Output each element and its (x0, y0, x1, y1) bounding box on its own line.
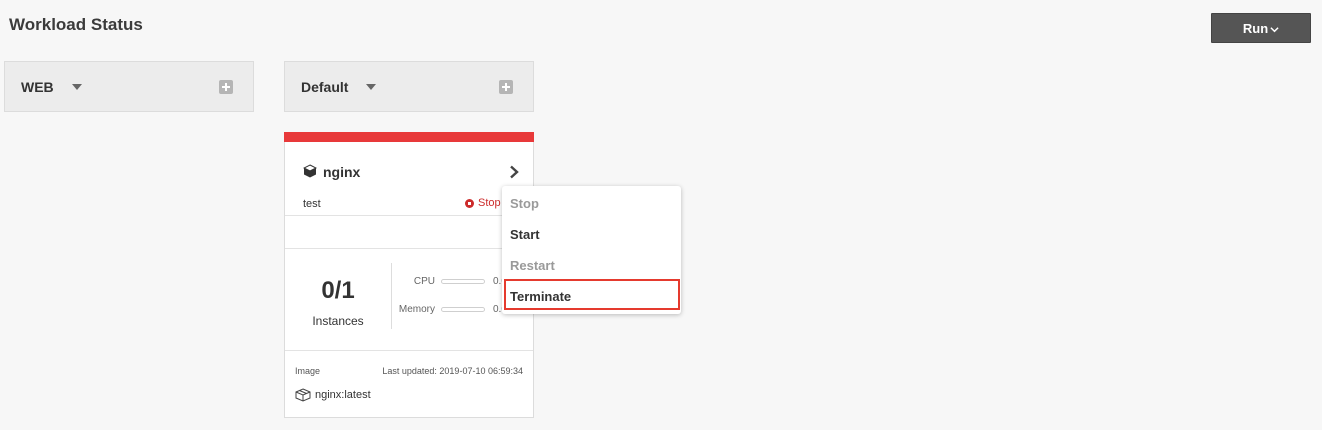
service-description: test (303, 198, 321, 210)
cpu-bar (441, 279, 485, 284)
instances-count: 0/1 (321, 277, 355, 304)
status-badge[interactable]: Stop (465, 197, 501, 209)
card-stats: 0/1 Instances CPU 0.0 Memory 0.0 (285, 249, 533, 351)
stack-web[interactable]: WEB (4, 61, 254, 112)
terminate-highlight (504, 279, 680, 310)
stats-divider (391, 263, 392, 329)
status-text: Stop (478, 197, 501, 209)
card-footer: Image Last updated: 2019-07-10 06:59:34 … (285, 351, 533, 417)
caret-down-icon[interactable] (366, 84, 377, 90)
service-card[interactable]: nginx test Stop 0/1 Instances CPU 0.0 Me… (284, 132, 534, 418)
caret-down-icon[interactable] (71, 84, 82, 90)
menu-item-start[interactable]: Start (510, 227, 540, 242)
package-icon (295, 388, 311, 402)
context-menu: Stop Start Restart Terminate (502, 186, 681, 314)
run-button-label: Run (1242, 20, 1269, 36)
cube-icon (303, 164, 317, 178)
chevron-right-icon[interactable] (509, 165, 519, 179)
memory-label: Memory (398, 304, 435, 315)
status-bar (284, 132, 534, 142)
page-title: Workload Status (9, 15, 143, 34)
chevron-down-icon (1270, 26, 1279, 32)
stop-status-icon (465, 198, 474, 208)
menu-item-stop[interactable]: Stop (510, 196, 539, 211)
stack-default[interactable]: Default (284, 61, 534, 112)
add-service-icon[interactable] (499, 80, 513, 94)
stack-name: WEB (21, 78, 54, 95)
add-service-icon[interactable] (219, 80, 233, 94)
card-header: nginx test Stop (285, 142, 533, 216)
image-row: nginx:latest (295, 388, 371, 402)
stack-name: Default (301, 78, 349, 95)
instances-label: Instances (312, 314, 364, 328)
image-name: nginx:latest (315, 389, 371, 401)
card-spacer-row (285, 216, 533, 249)
run-button[interactable]: Run (1211, 13, 1311, 43)
menu-item-restart[interactable]: Restart (510, 258, 555, 273)
cpu-label: CPU (413, 276, 435, 287)
service-name[interactable]: nginx (323, 164, 360, 180)
image-label: Image (295, 366, 321, 376)
last-updated: Last updated: 2019-07-10 06:59:34 (382, 366, 523, 376)
memory-bar (441, 307, 485, 312)
